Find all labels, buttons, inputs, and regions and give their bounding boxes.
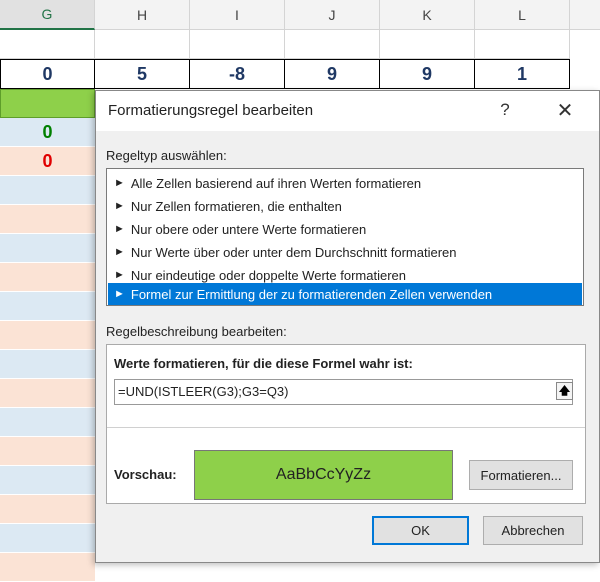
value-cell-j3[interactable]: 9 — [285, 59, 380, 89]
rule-type-item[interactable]: ► Alle Zellen basierend auf ihren Werten… — [108, 172, 582, 194]
value-cell-h3[interactable]: 5 — [95, 59, 190, 89]
cell[interactable] — [0, 321, 95, 350]
column-header-j[interactable]: J — [285, 0, 380, 30]
column-header-l[interactable]: L — [475, 0, 570, 30]
cell[interactable] — [380, 30, 475, 59]
preview-label: Vorschau: — [114, 467, 177, 482]
formula-value: =UND(ISTLEER(G3);G3=Q3) — [118, 384, 289, 399]
value-cell-l3[interactable]: 1 — [475, 59, 570, 89]
cell[interactable] — [0, 292, 95, 321]
rule-type-item-selected[interactable]: ► Formel zur Ermittlung der zu formatier… — [108, 283, 582, 305]
dialog-title: Formatierungsregel bearbeiten — [108, 102, 314, 119]
value-cell-g3[interactable]: 0 — [0, 59, 95, 89]
cell[interactable] — [0, 234, 95, 263]
cell[interactable] — [285, 30, 380, 59]
cell[interactable] — [0, 524, 95, 553]
arrow-icon: ► — [114, 177, 125, 189]
arrow-icon: ► — [114, 269, 125, 281]
cell[interactable] — [0, 176, 95, 205]
cell[interactable] — [0, 350, 95, 379]
cell-zero-green[interactable]: 0 — [0, 118, 95, 147]
cancel-button[interactable]: Abbrechen — [483, 516, 583, 545]
cell[interactable] — [190, 30, 285, 59]
rule-type-label: Nur eindeutige oder doppelte Werte forma… — [130, 267, 406, 283]
value-cell-i3[interactable]: -8 — [190, 59, 285, 89]
rule-description-label: Regelbeschreibung bearbeiten: — [106, 324, 287, 339]
cell[interactable] — [0, 408, 95, 437]
formula-input[interactable]: =UND(ISTLEER(G3);G3=Q3) 🡅 — [114, 379, 573, 405]
cell[interactable] — [0, 379, 95, 408]
cell[interactable] — [0, 263, 95, 292]
cell[interactable] — [0, 205, 95, 234]
edit-formatting-rule-dialog: Formatierungsregel bearbeiten ? ✕ Regelt… — [95, 90, 600, 563]
rule-description-box: Werte formatieren, für die diese Formel … — [106, 344, 586, 504]
rule-type-item[interactable]: ► Nur obere oder untere Werte formatiere… — [108, 218, 582, 240]
column-header-g[interactable]: G — [0, 0, 95, 30]
column-header-h[interactable]: H — [95, 0, 190, 30]
cell[interactable] — [475, 30, 570, 59]
format-button[interactable]: Formatieren... — [469, 460, 573, 490]
cell[interactable] — [0, 437, 95, 466]
cell[interactable] — [0, 30, 95, 59]
rule-type-list[interactable]: ► Alle Zellen basierend auf ihren Werten… — [106, 168, 584, 306]
value-cell-k3[interactable]: 9 — [380, 59, 475, 89]
cell[interactable] — [0, 553, 95, 582]
close-icon[interactable]: ✕ — [550, 97, 580, 123]
dialog-titlebar[interactable]: Formatierungsregel bearbeiten ? ✕ — [96, 91, 599, 131]
rule-type-label: Nur Zellen formatieren, die enthalten — [130, 198, 342, 214]
cell[interactable] — [95, 30, 190, 59]
help-icon[interactable]: ? — [492, 97, 518, 123]
column-header-i[interactable]: I — [190, 0, 285, 30]
rule-type-label: Nur Werte über oder unter dem Durchschni… — [130, 244, 457, 260]
rule-type-label: Alle Zellen basierend auf ihren Werten f… — [130, 175, 422, 191]
preview-text: AaBbCcYyZz — [275, 466, 372, 483]
preview-box: AaBbCcYyZz — [194, 450, 453, 500]
arrow-icon: ► — [114, 288, 125, 300]
rule-type-item[interactable]: ► Nur Zellen formatieren, die enthalten — [108, 195, 582, 217]
cell-zero-red[interactable]: 0 — [0, 147, 95, 176]
collapse-dialog-icon[interactable]: 🡅 — [556, 382, 573, 400]
column-header-partial[interactable] — [570, 0, 600, 30]
column-header-k[interactable]: K — [380, 0, 475, 30]
arrow-icon: ► — [114, 200, 125, 212]
rule-type-item[interactable]: ► Nur Werte über oder unter dem Durchsch… — [108, 241, 582, 263]
divider — [107, 427, 585, 428]
arrow-icon: ► — [114, 246, 125, 258]
formula-label: Werte formatieren, für die diese Formel … — [114, 356, 413, 371]
highlighted-cell[interactable] — [0, 89, 95, 118]
cell[interactable] — [0, 466, 95, 495]
cell[interactable] — [0, 495, 95, 524]
arrow-icon: ► — [114, 223, 125, 235]
ok-button[interactable]: OK — [372, 516, 469, 545]
rule-type-label: Nur obere oder untere Werte formatieren — [130, 221, 367, 237]
rule-type-label: Regeltyp auswählen: — [106, 148, 227, 163]
rule-type-label: Formel zur Ermittlung der zu formatieren… — [130, 286, 493, 302]
